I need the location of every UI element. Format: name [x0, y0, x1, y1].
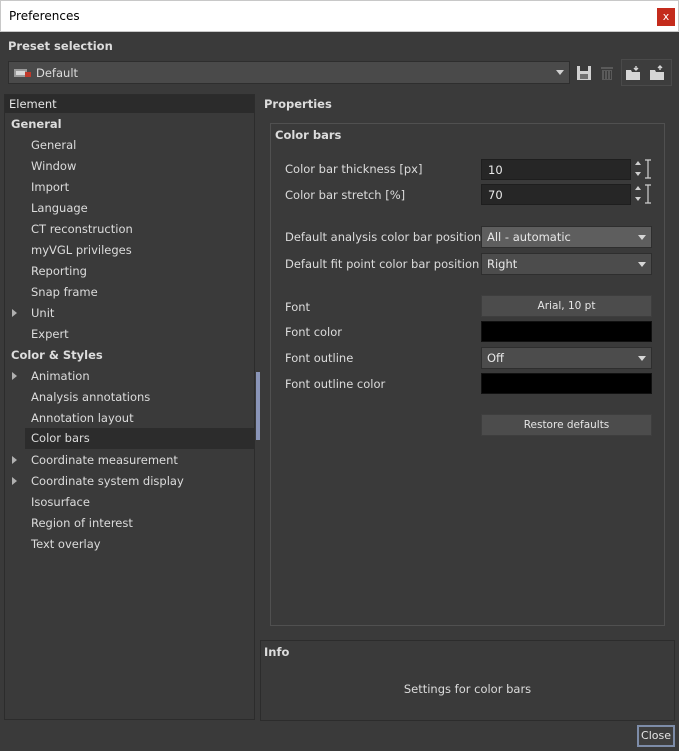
font-color-label: Font color — [285, 325, 343, 339]
export-preset-button[interactable] — [647, 61, 669, 84]
export-folder-icon — [650, 64, 664, 80]
tree-item-language[interactable]: Language — [31, 198, 88, 219]
expand-arrow-icon[interactable] — [12, 309, 17, 317]
tree-item-myvgl-privileges[interactable]: myVGL privileges — [31, 240, 132, 261]
title-bar: Preferences x — [0, 0, 679, 32]
tree-item-annotation-layout[interactable]: Annotation layout — [31, 408, 134, 429]
font-outline-label: Font outline — [285, 351, 354, 365]
link-icon[interactable] — [644, 184, 652, 204]
chevron-down-icon — [638, 356, 646, 361]
color-bars-group: Color bars Color bar thickness [px] 10 C… — [270, 123, 665, 626]
chevron-down-icon — [556, 70, 564, 75]
info-title: Info — [264, 645, 290, 659]
link-icon[interactable] — [644, 159, 652, 179]
thickness-stepper[interactable] — [635, 159, 643, 179]
tree-item-general[interactable]: General — [31, 135, 76, 156]
properties-title: Properties — [264, 97, 332, 111]
expand-arrow-icon[interactable] — [12, 456, 17, 464]
font-outline-color-swatch[interactable] — [481, 373, 652, 394]
tree-item-color-bars[interactable]: Color bars — [25, 428, 254, 449]
chevron-down-icon — [638, 235, 646, 240]
stretch-input[interactable]: 70 — [481, 184, 631, 205]
preset-value: Default — [36, 66, 79, 80]
save-preset-button[interactable] — [573, 61, 595, 84]
tree-item-animation[interactable]: Animation — [31, 366, 90, 387]
tree-item-analysis-annotations[interactable]: Analysis annotations — [31, 387, 150, 408]
tree-item-snap-frame[interactable]: Snap frame — [31, 282, 98, 303]
properties-panel: Properties Color bars Color bar thicknes… — [260, 94, 675, 638]
import-preset-button[interactable] — [623, 61, 645, 84]
font-color-swatch[interactable] — [481, 321, 652, 342]
tree-item-isosurface[interactable]: Isosurface — [31, 492, 90, 513]
preset-icon — [14, 69, 31, 77]
fit-position-dropdown[interactable]: Right — [481, 253, 652, 275]
analysis-position-value: All - automatic — [487, 230, 571, 244]
tree-category-general[interactable]: General — [11, 114, 62, 135]
font-label: Font — [285, 300, 311, 314]
tree-item-window[interactable]: Window — [31, 156, 76, 177]
tree-item-ct-reconstruction[interactable]: CT reconstruction — [31, 219, 133, 240]
tree-item-reporting[interactable]: Reporting — [31, 261, 87, 282]
fit-position-label: Default fit point color bar position — [285, 257, 480, 271]
tree-item-text-overlay[interactable]: Text overlay — [31, 534, 101, 555]
font-button[interactable]: Arial, 10 pt — [481, 295, 652, 317]
tree-item-coordinate-system-display[interactable]: Coordinate system display — [31, 471, 184, 492]
delete-icon — [601, 66, 613, 80]
delete-preset-button[interactable] — [596, 61, 618, 84]
expand-arrow-icon[interactable] — [12, 477, 17, 485]
tree-item-coordinate-measurement[interactable]: Coordinate measurement — [31, 450, 178, 471]
close-button[interactable]: Close — [637, 725, 675, 747]
font-outline-color-label: Font outline color — [285, 377, 386, 391]
tree-item-expert[interactable]: Expert — [31, 324, 69, 345]
font-outline-value: Off — [487, 351, 504, 365]
tree-item-import[interactable]: Import — [31, 177, 69, 198]
save-icon — [577, 65, 591, 80]
window-title: Preferences — [9, 9, 80, 23]
tree-category-color-styles[interactable]: Color & Styles — [11, 345, 103, 366]
tree-item-region-of-interest[interactable]: Region of interest — [31, 513, 133, 534]
import-folder-icon — [626, 65, 640, 80]
restore-defaults-button[interactable]: Restore defaults — [481, 414, 652, 436]
analysis-position-dropdown[interactable]: All - automatic — [481, 226, 652, 248]
preset-selection-label: Preset selection — [8, 39, 113, 53]
analysis-position-label: Default analysis color bar position — [285, 230, 482, 244]
window-close-button[interactable]: x — [657, 8, 675, 26]
font-outline-dropdown[interactable]: Off — [481, 347, 652, 369]
group-title: Color bars — [275, 128, 342, 142]
stretch-label: Color bar stretch [%] — [285, 188, 406, 202]
info-panel: Info Settings for color bars — [260, 640, 675, 721]
chevron-down-icon — [638, 262, 646, 267]
preset-dropdown[interactable]: Default — [8, 61, 570, 84]
thickness-label: Color bar thickness [px] — [285, 162, 423, 176]
fit-position-value: Right — [487, 257, 518, 271]
tree-header: Element — [5, 95, 254, 113]
expand-arrow-icon[interactable] — [12, 372, 17, 380]
thickness-input[interactable]: 10 — [481, 159, 631, 180]
element-tree-panel: Element General General Window Import La… — [4, 94, 255, 720]
info-text: Settings for color bars — [403, 682, 532, 696]
tree-item-unit[interactable]: Unit — [31, 303, 54, 324]
stretch-stepper[interactable] — [635, 184, 643, 204]
